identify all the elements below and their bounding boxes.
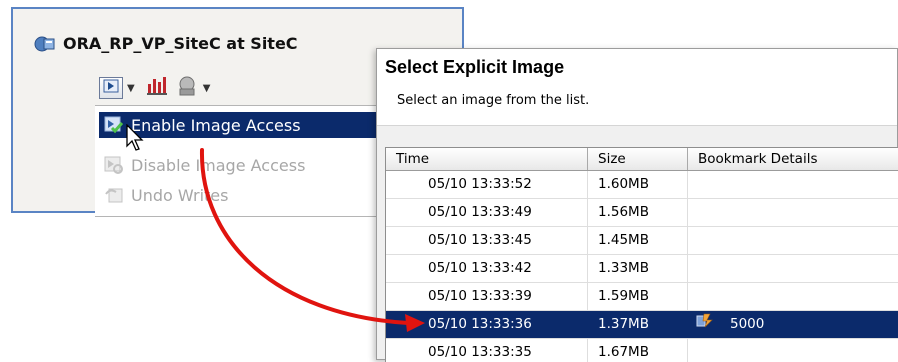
time-cell: 05/10 13:33:52	[386, 171, 588, 198]
table-header: Time Size Bookmark Details	[386, 148, 898, 171]
column-header-bookmark-details[interactable]: Bookmark Details	[688, 148, 898, 170]
bookmark-cell	[688, 283, 898, 310]
dropdown-arrow-icon[interactable]: ▼	[203, 83, 211, 94]
time-cell: 05/10 13:33:35	[386, 339, 588, 362]
dropdown-arrow-icon[interactable]: ▼	[127, 83, 135, 94]
dialog-header: Select Explicit Image Select an image fr…	[377, 49, 897, 126]
bookmark-cell	[688, 171, 898, 198]
size-cell: 1.45MB	[588, 227, 688, 254]
size-cell: 1.59MB	[588, 283, 688, 310]
size-cell: 1.56MB	[588, 199, 688, 226]
bookmark-cell	[688, 339, 898, 362]
image-list-table: Time Size Bookmark Details 05/10 13:33:5…	[385, 147, 898, 362]
size-cell: 1.60MB	[588, 171, 688, 198]
dialog-title: Select Explicit Image	[385, 57, 565, 77]
time-cell: 05/10 13:33:39	[386, 283, 588, 310]
size-cell: 1.67MB	[588, 339, 688, 362]
table-row-selected[interactable]: 05/10 13:33:36 1.37MB 5000	[386, 311, 898, 339]
menu-item-undo-writes[interactable]: Undo Writes	[99, 182, 389, 208]
table-row[interactable]: 05/10 13:33:42 1.33MB	[386, 255, 898, 283]
undo-writes-icon	[103, 185, 125, 205]
site-icon	[33, 35, 55, 53]
table-row[interactable]: 05/10 13:33:49 1.56MB	[386, 199, 898, 227]
time-cell: 05/10 13:33:49	[386, 199, 588, 226]
column-header-size[interactable]: Size	[588, 148, 688, 170]
panel-title: ORA_RP_VP_SiteC at SiteC	[33, 34, 298, 53]
bookmark-cell	[688, 255, 898, 282]
panel-title-text: ORA_RP_VP_SiteC at SiteC	[63, 34, 298, 53]
mouse-cursor-icon	[126, 123, 146, 156]
table-row[interactable]: 05/10 13:33:39 1.59MB	[386, 283, 898, 311]
support-icon[interactable]	[175, 75, 199, 101]
bookmark-icon	[696, 311, 716, 338]
time-cell: 05/10 13:33:36	[386, 311, 588, 338]
menu-item-label: Undo Writes	[131, 185, 229, 205]
context-menu: Enable Image Access Disable Image Access…	[95, 105, 396, 217]
table-row[interactable]: 05/10 13:33:45 1.45MB	[386, 227, 898, 255]
disable-image-access-icon	[103, 155, 125, 175]
menu-item-label: Enable Image Access	[131, 115, 301, 135]
image-access-icon	[103, 79, 119, 97]
table-row[interactable]: 05/10 13:33:52 1.60MB	[386, 171, 898, 199]
select-explicit-image-dialog: Select Explicit Image Select an image fr…	[376, 48, 898, 362]
size-cell: 1.37MB	[588, 311, 688, 338]
bar-chart-icon[interactable]	[145, 75, 169, 101]
time-cell: 05/10 13:33:42	[386, 255, 588, 282]
bookmark-cell	[688, 199, 898, 226]
size-cell: 1.33MB	[588, 255, 688, 282]
menu-item-label: Disable Image Access	[131, 155, 306, 175]
dialog-subtitle: Select an image from the list.	[397, 93, 590, 108]
table-row[interactable]: 05/10 13:33:35 1.67MB	[386, 339, 898, 362]
image-access-button[interactable]	[99, 77, 123, 99]
bookmark-cell: 5000	[688, 311, 898, 338]
bookmark-text: 5000	[730, 316, 765, 332]
column-header-time[interactable]: Time	[386, 148, 588, 170]
toolbar: ▼ ▼	[99, 75, 214, 101]
bookmark-cell	[688, 227, 898, 254]
enable-image-access-icon	[103, 115, 125, 135]
time-cell: 05/10 13:33:45	[386, 227, 588, 254]
